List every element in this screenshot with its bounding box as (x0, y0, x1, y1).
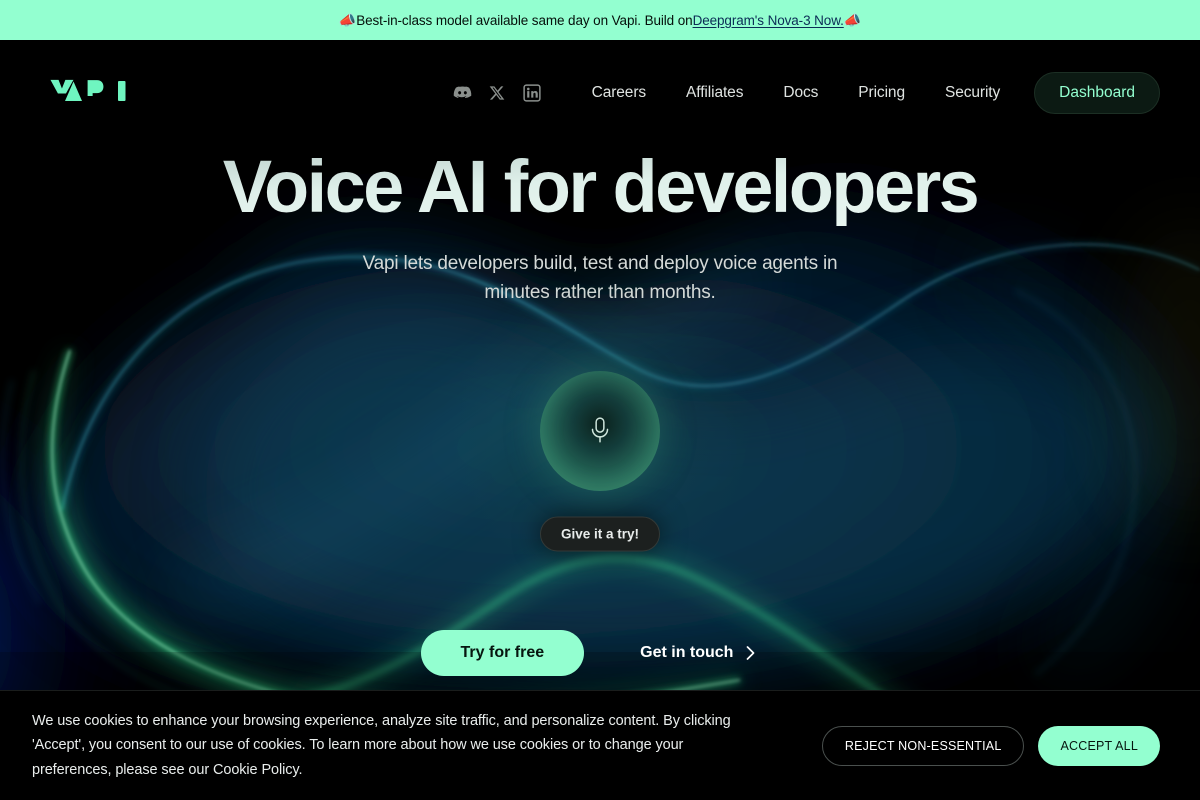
main-navigation: Careers Affiliates Docs Pricing Security… (0, 40, 1200, 142)
cookie-consent-text: We use cookies to enhance your browsing … (32, 713, 731, 778)
page-title: Voice AI for developers (0, 148, 1200, 226)
dashboard-button[interactable]: Dashboard (1034, 72, 1160, 114)
linkedin-icon[interactable] (523, 84, 542, 103)
nav-links: Careers Affiliates Docs Pricing Security… (572, 72, 1160, 114)
discord-icon[interactable] (453, 84, 472, 103)
try-for-free-button[interactable]: Try for free (420, 630, 585, 676)
reject-non-essential-button[interactable]: REJECT NON-ESSENTIAL (821, 725, 1025, 766)
get-in-touch-label: Get in touch (640, 644, 734, 661)
vapi-logo[interactable] (48, 78, 132, 104)
voice-demo-orb-button[interactable] (540, 371, 660, 491)
hero-cta-group: Try for free Get in touch (0, 630, 1200, 676)
nav-link-security[interactable]: Security (925, 84, 1020, 102)
accept-all-button[interactable]: ACCEPT ALL (1038, 725, 1160, 766)
megaphone-right-icon: 📣 (843, 12, 862, 28)
social-links (453, 84, 542, 103)
nav-link-pricing[interactable]: Pricing (838, 84, 925, 102)
announcement-banner[interactable]: 📣 Best-in-class model available same day… (0, 0, 1200, 40)
x-icon[interactable] (488, 84, 507, 103)
announcement-link[interactable]: Deepgram's Nova-3 Now. (693, 13, 844, 28)
orb-tooltip: Give it a try! (539, 516, 661, 552)
nav-link-docs[interactable]: Docs (763, 84, 838, 102)
announcement-text: Best-in-class model available same day o… (356, 12, 693, 28)
cookie-consent-banner: We use cookies to enhance your browsing … (0, 690, 1200, 800)
chevron-right-icon (746, 646, 755, 660)
megaphone-left-icon: 📣 (338, 12, 357, 28)
get-in-touch-button[interactable]: Get in touch (616, 630, 779, 676)
landing-page: 📣 Best-in-class model available same day… (0, 0, 1200, 800)
cookie-consent-actions: REJECT NON-ESSENTIAL ACCEPT ALL (821, 725, 1160, 766)
nav-right-cluster: Careers Affiliates Docs Pricing Security… (453, 72, 1160, 114)
nav-link-affiliates[interactable]: Affiliates (666, 84, 763, 102)
nav-link-careers[interactable]: Careers (572, 84, 666, 102)
